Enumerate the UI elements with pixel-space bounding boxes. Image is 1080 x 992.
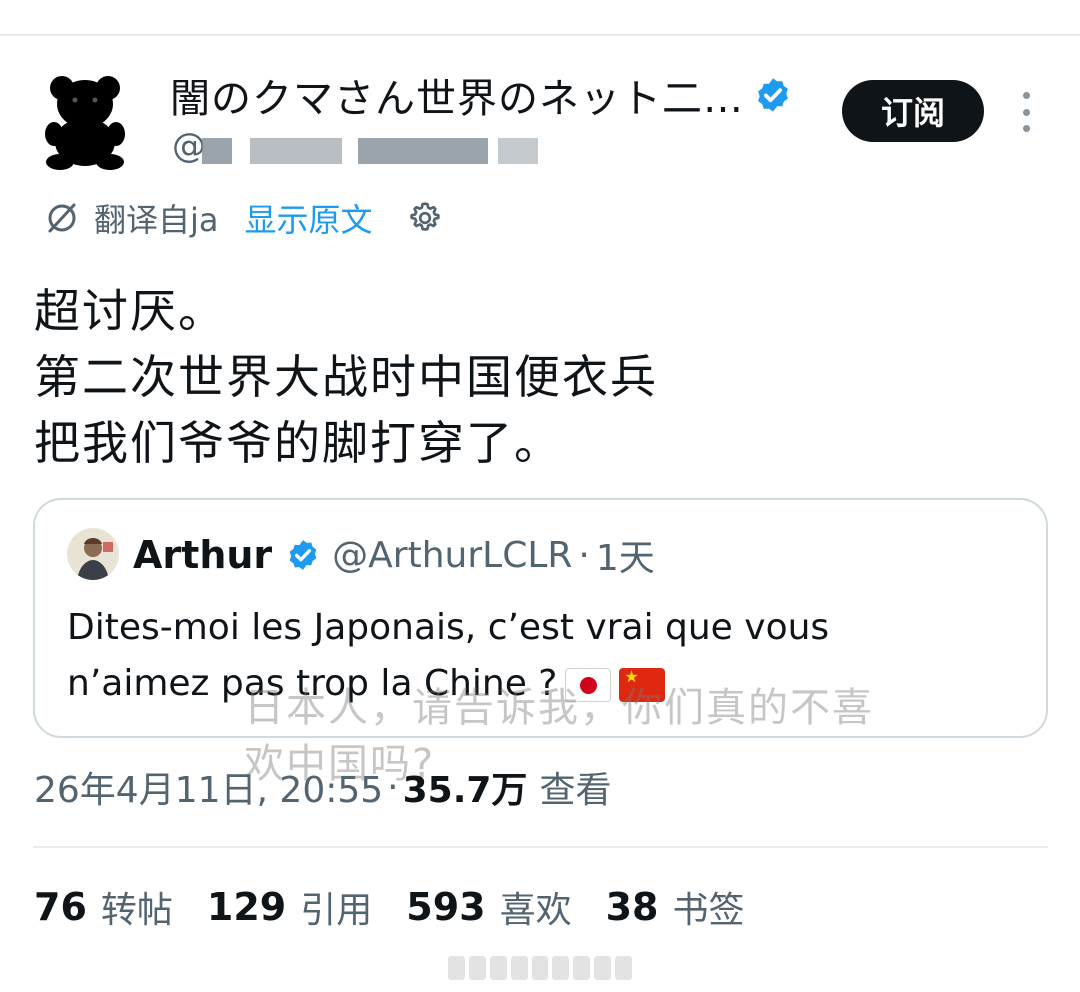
- stat-quotes[interactable]: 129 引用: [207, 881, 372, 933]
- view-count-label: 查看: [539, 770, 612, 811]
- more-vertical-icon[interactable]: [1014, 92, 1038, 132]
- stat-retweets[interactable]: 76 转帖: [34, 881, 173, 933]
- verified-badge-icon: [289, 540, 317, 570]
- gear-icon[interactable]: [407, 200, 443, 236]
- top-divider: [0, 34, 1080, 36]
- china-flag-icon: [619, 668, 666, 702]
- verified-badge-icon: [758, 78, 788, 112]
- author-name-row[interactable]: 闇のクマさん世界のネット二…: [170, 70, 792, 122]
- stats-divider: [33, 846, 1048, 848]
- tweet-text: 超讨厌。 第二次世界大战时中国便衣兵 把我们爷爷的脚打穿了。: [34, 278, 1034, 476]
- author-display-name[interactable]: 闇のクマさん世界のネット二…: [170, 66, 744, 124]
- profile-avatar[interactable]: [40, 70, 130, 170]
- stat-number: 129: [206, 885, 287, 929]
- engagement-stats: 76 转帖 129 引用 593 喜欢 38 书签: [34, 880, 779, 934]
- tweet-line: 超讨厌。: [34, 284, 226, 338]
- subscribe-button[interactable]: 订阅: [842, 80, 984, 142]
- quoted-tweet-card[interactable]: Arthur @ArthurLCLR · 1天 Dites-moi les Ja…: [33, 498, 1048, 738]
- meta-separator: ·: [387, 766, 399, 808]
- tweet-timestamp[interactable]: 26年4月11日, 20:55: [34, 761, 383, 813]
- stat-number: 38: [605, 885, 659, 929]
- source-watermark-stamp: [448, 956, 633, 980]
- view-count: 35.7万: [402, 770, 528, 811]
- stat-label: 书签: [672, 890, 745, 931]
- quote-author-avatar[interactable]: [67, 528, 119, 580]
- quote-header: Arthur @ArthurLCLR · 1天: [133, 528, 655, 582]
- handle-censor-block: [250, 138, 342, 164]
- quote-author-handle[interactable]: @ArthurLCLR: [332, 535, 572, 576]
- handle-censor-block: [202, 138, 232, 164]
- stat-bookmarks[interactable]: 38 书签: [606, 881, 745, 933]
- tweet-line: 第二次世界大战时中国便衣兵: [34, 350, 658, 404]
- stat-label: 引用: [300, 890, 373, 931]
- tweet-line: 把我们爷爷的脚打穿了。: [34, 416, 562, 470]
- quote-text-line: n’aimez pas trop la Chine ?: [67, 663, 558, 704]
- stat-number: 76: [34, 885, 87, 929]
- author-handle[interactable]: @: [172, 128, 562, 164]
- translation-bar: 翻译自ja 显示原文: [44, 196, 443, 240]
- stat-label: 喜欢: [499, 890, 572, 931]
- stat-label: 转帖: [100, 890, 173, 931]
- show-original-link[interactable]: 显示原文: [245, 195, 373, 241]
- quote-timestamp[interactable]: 1天: [596, 529, 655, 581]
- japan-flag-icon: [565, 668, 612, 702]
- quote-text: Dites-moi les Japonais, c’est vrai que v…: [67, 600, 1027, 712]
- handle-censor-block: [498, 138, 538, 164]
- tweet-meta: 26年4月11日, 20:55 · 35.7万 查看: [34, 762, 611, 812]
- author-handle-text: @: [172, 128, 206, 164]
- quote-text-line-with-flags: n’aimez pas trop la Chine ?: [67, 656, 1027, 712]
- handle-censor-block: [358, 138, 488, 164]
- quote-separator: ·: [578, 534, 590, 576]
- quote-author-name[interactable]: Arthur: [133, 533, 272, 577]
- stat-number: 593: [406, 885, 486, 929]
- translate-icon: [48, 203, 76, 233]
- quote-text-line: Dites-moi les Japonais, c’est vrai que v…: [67, 607, 830, 648]
- stat-likes[interactable]: 593 喜欢: [406, 881, 571, 933]
- translated-from-label: 翻译自ja: [94, 201, 219, 239]
